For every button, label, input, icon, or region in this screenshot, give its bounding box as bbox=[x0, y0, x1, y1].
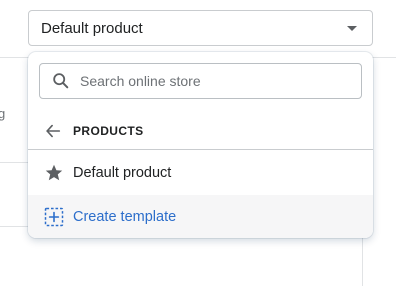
create-template-label: Create template bbox=[73, 209, 177, 225]
arrow-left-icon bbox=[46, 124, 61, 137]
option-label: Default product bbox=[73, 165, 172, 181]
search-input[interactable] bbox=[80, 73, 350, 89]
option-default-product[interactable]: Default product bbox=[28, 151, 373, 195]
back-to-products-button[interactable]: PRODUCTS bbox=[28, 112, 373, 150]
search-icon bbox=[53, 73, 69, 89]
back-label: PRODUCTS bbox=[73, 123, 144, 138]
star-icon bbox=[45, 164, 63, 181]
caret-down-icon bbox=[347, 25, 357, 31]
add-template-icon bbox=[44, 207, 64, 227]
template-select[interactable]: Default product bbox=[28, 10, 373, 46]
create-template-button[interactable]: Create template bbox=[28, 195, 373, 238]
select-value: Default product bbox=[41, 19, 143, 37]
page: g Default product PRODUCTS Default produ… bbox=[0, 0, 396, 286]
template-popover: PRODUCTS Default product Create template bbox=[28, 52, 373, 238]
search-field[interactable] bbox=[39, 63, 362, 99]
background-text-fragment: g bbox=[0, 106, 6, 121]
